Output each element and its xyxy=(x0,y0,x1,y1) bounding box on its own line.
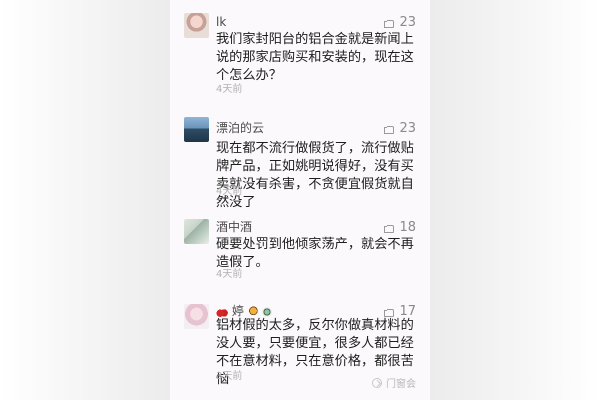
author-emoji-group xyxy=(216,305,228,318)
thumbs-up-icon xyxy=(384,306,395,317)
like-count: 23 xyxy=(399,121,416,136)
comment-time: 4天前 xyxy=(216,269,243,280)
comment-text: 我们家封阳台的铝合金就是新闻上说的那家店购买和安装的，现在这个怎么办？ xyxy=(216,32,414,83)
comment-time: 4天前 xyxy=(216,186,243,197)
comment-author-text: 婷 xyxy=(231,304,244,318)
left-background xyxy=(0,0,170,400)
like-count: 23 xyxy=(399,15,416,30)
comment-time: 3天前 xyxy=(216,371,243,382)
comment-text: 硬要处罚到他倾家荡产，就会不再造假了。 xyxy=(216,237,414,270)
like-button[interactable]: 23 xyxy=(384,121,416,136)
thumbs-up-icon xyxy=(384,123,395,134)
avatar[interactable] xyxy=(184,219,209,244)
comment-author[interactable]: 酒中酒 xyxy=(216,220,252,235)
like-button[interactable]: 23 xyxy=(384,15,416,30)
comment-author[interactable]: lk xyxy=(216,15,226,30)
avatar[interactable] xyxy=(184,304,209,329)
source-watermark: 门窗会 xyxy=(372,375,416,390)
comment-text: 现在都不流行做假货了，流行做贴牌产品，正如姚明说得好，没有买卖就没有杀害，不贪便… xyxy=(216,141,414,210)
like-button[interactable]: 18 xyxy=(384,220,416,235)
thumbs-up-icon xyxy=(384,17,395,28)
avatar[interactable] xyxy=(184,117,209,142)
lollipop-icon xyxy=(247,305,260,318)
right-background xyxy=(430,0,600,400)
comment-author[interactable]: 漂泊的云 xyxy=(216,121,264,136)
watermark-text: 门窗会 xyxy=(386,379,416,390)
author-emoji-group-suffix xyxy=(247,305,272,318)
like-count: 18 xyxy=(399,220,416,235)
sparkle-icon xyxy=(261,306,272,317)
avatar[interactable] xyxy=(184,13,209,38)
cherry-icon xyxy=(216,305,228,318)
comment-screen: lk 23 我们家封阳台的铝合金就是新闻上说的那家店购买和安装的，现在这个怎么办… xyxy=(170,0,430,400)
comment-time: 4天前 xyxy=(216,84,243,95)
thumbs-up-icon xyxy=(384,222,395,233)
watermark-icon xyxy=(372,377,382,388)
